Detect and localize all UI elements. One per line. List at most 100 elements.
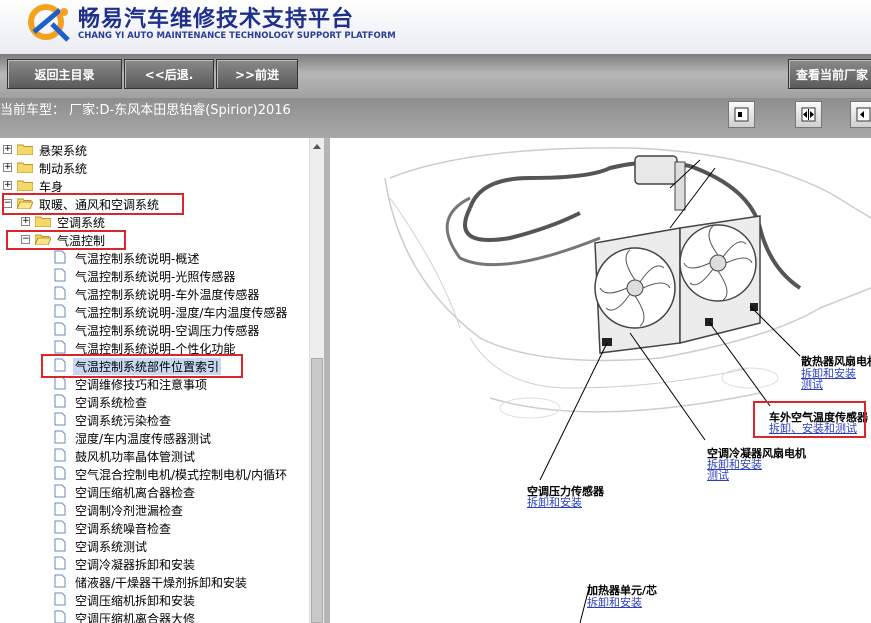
document-icon: [54, 322, 66, 336]
tree-item-label: 湿度/车内温度传感器测试: [75, 432, 212, 446]
document-icon: [54, 250, 66, 264]
document-icon: [54, 394, 66, 408]
tree-item-label: 气温控制系统说明-空调压力传感器: [75, 324, 260, 338]
link-remove-install[interactable]: 拆卸和安装: [587, 594, 642, 610]
tree-scrollbar[interactable]: [309, 138, 324, 623]
forward-button[interactable]: >>前进: [216, 59, 298, 89]
tree-item-label: 空调压缩机离合器检查: [75, 486, 196, 500]
tree-item-brakes[interactable]: + 制动系统: [0, 159, 309, 177]
component-diagram: 散热器风扇电机 拆卸和安装 测试 车外空气温度传感器 拆卸、安装和测试 空调冷凝…: [330, 138, 871, 623]
link-test[interactable]: 测试: [707, 467, 729, 483]
tree-item-label: 鼓风机功率晶体管测试: [75, 450, 196, 464]
highlight-box: [2, 193, 184, 215]
tree-item-label: 空调压缩机拆卸和安装: [75, 594, 196, 608]
current-car-info: 当前车型： 厂家:D-东风本田思铂睿(Spirior)2016: [0, 103, 291, 118]
tree-item-label: 气温控制系统说明-光照传感器: [75, 270, 236, 284]
expand-icon[interactable]: +: [3, 181, 12, 190]
link-remove-install[interactable]: 拆卸和安装: [527, 494, 582, 510]
panel-left-icon: [734, 107, 749, 122]
document-icon: [54, 412, 66, 426]
tree-doc-item[interactable]: 空调压缩机离合器大修: [0, 609, 309, 623]
highlight-box: [6, 230, 126, 250]
tree-doc-item[interactable]: 空调制冷剂泄漏检查: [0, 501, 309, 519]
document-icon: [54, 448, 66, 462]
tree-item-label: 空调系统噪音检查: [75, 522, 172, 536]
home-button[interactable]: 返回主目录: [7, 59, 122, 89]
folder-icon: [35, 216, 51, 227]
expand-icon[interactable]: +: [21, 217, 30, 226]
tree-doc-item[interactable]: 气温控制系统说明-湿度/车内温度传感器: [0, 303, 309, 321]
tree-doc-item[interactable]: 空气混合控制电机/模式控制电机/内循环: [0, 465, 309, 483]
document-icon: [54, 340, 66, 354]
tree-item-label: 储液器/干燥器干燥剂拆卸和安装: [75, 576, 248, 590]
tree-doc-item[interactable]: 鼓风机功率晶体管测试: [0, 447, 309, 465]
folder-icon: [17, 144, 33, 155]
document-icon: [54, 574, 66, 588]
folder-icon: [17, 180, 33, 191]
car-front-illustration: [384, 147, 871, 623]
document-icon: [54, 430, 66, 444]
back-button[interactable]: <<后退.: [124, 59, 214, 89]
scroll-up-arrow-icon[interactable]: [312, 142, 322, 150]
tree-item-label: 悬架系统: [39, 144, 88, 158]
tree-doc-item[interactable]: 气温控制系统说明-车外温度传感器: [0, 285, 309, 303]
tree-doc-item[interactable]: 空调系统污染检查: [0, 411, 309, 429]
document-icon: [54, 592, 66, 606]
tree-item-label: 气温控制系统说明-车外温度传感器: [75, 288, 260, 302]
tree-doc-item[interactable]: 空调系统噪音检查: [0, 519, 309, 537]
document-icon: [54, 304, 66, 318]
tree-item-label: 空调系统: [57, 216, 106, 230]
document-icon: [54, 502, 66, 516]
navigation-tree: + 悬架系统 + 制动系统 + 车身 − 取暖、通风和空调系统 + 空调系统 −…: [0, 138, 324, 623]
document-icon: [54, 268, 66, 282]
tree-doc-item[interactable]: 空调系统检查: [0, 393, 309, 411]
tree-item-label: 空调压缩机离合器大修: [75, 612, 196, 623]
tree-item-label: 空气混合控制电机/模式控制电机/内循环: [75, 468, 288, 482]
tree-item-suspension[interactable]: + 悬架系统: [0, 141, 309, 159]
manufacturer-button[interactable]: 查看当前厂家: [788, 59, 871, 89]
expand-icon[interactable]: +: [3, 145, 12, 154]
tree-doc-item[interactable]: 空调压缩机拆卸和安装: [0, 591, 309, 609]
tree-item-label: 空调制冷剂泄漏检查: [75, 504, 184, 518]
view-left-button[interactable]: [728, 101, 755, 128]
view-right-button[interactable]: [850, 101, 871, 128]
tree-item-label: 空调维修技巧和注意事项: [75, 378, 208, 392]
tree-item-label: 空调冷凝器拆卸和安装: [75, 558, 196, 572]
document-icon: [54, 556, 66, 570]
tree-doc-item[interactable]: 气温控制系统说明-空调压力传感器: [0, 321, 309, 339]
document-icon: [54, 520, 66, 534]
tree-item-ac-system[interactable]: + 空调系统: [0, 213, 309, 231]
brand-title: 畅易汽车维修技术支持平台: [78, 7, 355, 32]
tree-item-label: 空调系统检查: [75, 396, 148, 410]
document-icon: [54, 538, 66, 552]
document-icon: [54, 610, 66, 623]
folder-icon: [17, 162, 33, 173]
tree-doc-item[interactable]: 气温控制系统说明-概述: [0, 249, 309, 267]
header-banner: 畅易汽车维修技术支持平台 CHANG YI AUTO MAINTENANCE T…: [0, 0, 871, 54]
highlight-box: [753, 401, 866, 438]
tree-doc-item[interactable]: 储液器/干燥器干燥剂拆卸和安装: [0, 573, 309, 591]
tree-doc-item[interactable]: 湿度/车内温度传感器测试: [0, 429, 309, 447]
info-bar: 当前车型： 厂家:D-东风本田思铂睿(Spirior)2016: [0, 98, 871, 138]
view-split-button[interactable]: [795, 101, 822, 128]
tree-doc-item[interactable]: 空调系统测试: [0, 537, 309, 555]
tree-item-label: 空调系统测试: [75, 540, 148, 554]
changyi-logo-icon: [28, 4, 70, 42]
tree-doc-item[interactable]: 气温控制系统说明-光照传感器: [0, 267, 309, 285]
split-view-icon: [801, 107, 816, 122]
toolbar: 返回主目录 <<后退. >>前进 查看当前厂家: [0, 54, 871, 98]
app-window: 畅易汽车维修技术支持平台 CHANG YI AUTO MAINTENANCE T…: [0, 0, 871, 623]
tree-doc-item[interactable]: 空调压缩机离合器检查: [0, 483, 309, 501]
brand-subtitle: CHANG YI AUTO MAINTENANCE TECHNOLOGY SUP…: [78, 31, 396, 41]
tree-item-label: 空调系统污染检查: [75, 414, 172, 428]
highlight-box: [41, 354, 243, 378]
document-icon: [54, 466, 66, 480]
link-test[interactable]: 测试: [801, 376, 823, 392]
document-icon: [54, 286, 66, 300]
tree-doc-item[interactable]: 空调冷凝器拆卸和安装: [0, 555, 309, 573]
document-icon: [54, 376, 66, 390]
panel-right-icon: [856, 107, 871, 122]
document-icon: [54, 484, 66, 498]
expand-icon[interactable]: +: [3, 163, 12, 172]
scroll-thumb[interactable]: [311, 358, 323, 623]
